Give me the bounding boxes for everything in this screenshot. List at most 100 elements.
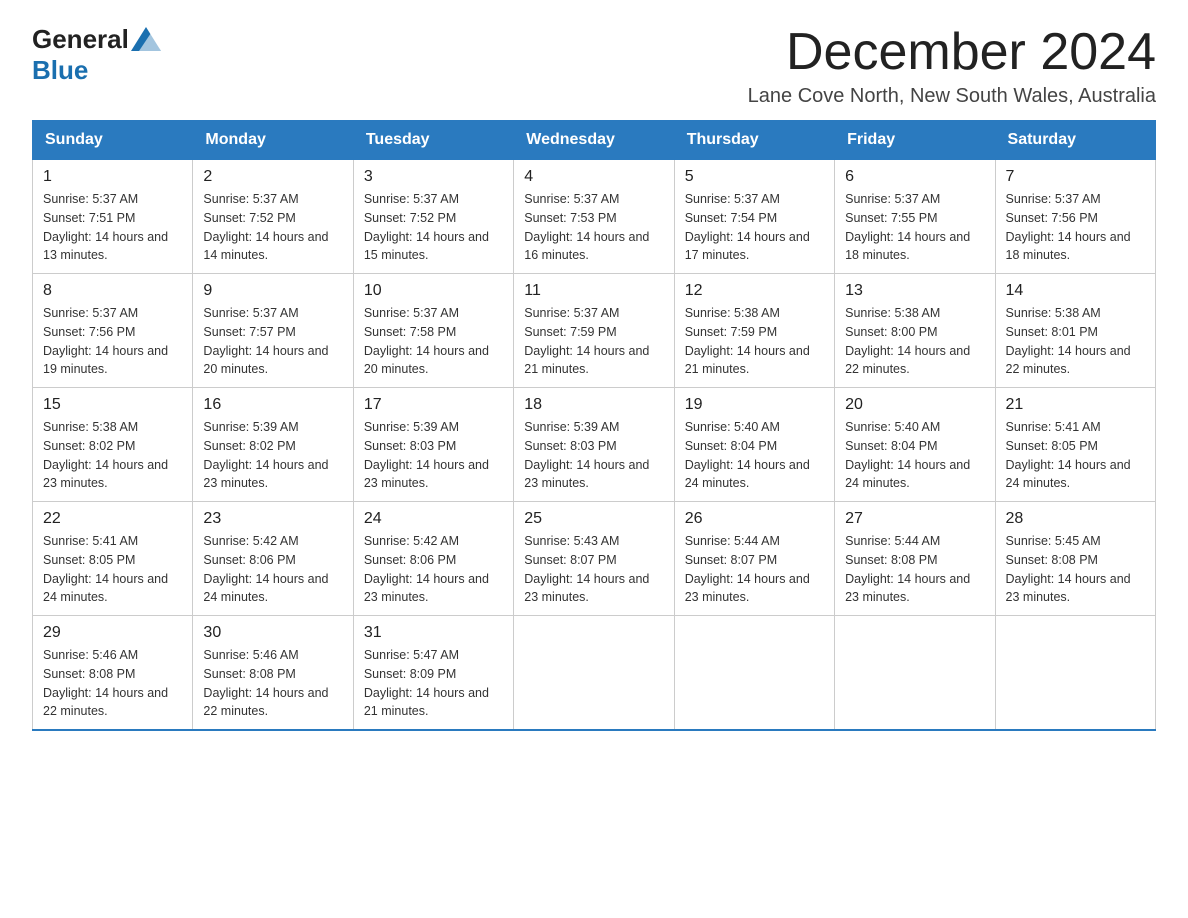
day-number: 10	[364, 282, 503, 300]
week-row-5: 29 Sunrise: 5:46 AMSunset: 8:08 PMDaylig…	[33, 616, 1156, 731]
calendar-cell: 1 Sunrise: 5:37 AMSunset: 7:51 PMDayligh…	[33, 160, 193, 274]
day-info: Sunrise: 5:47 AMSunset: 8:09 PMDaylight:…	[364, 646, 503, 721]
calendar-cell: 16 Sunrise: 5:39 AMSunset: 8:02 PMDaylig…	[193, 388, 353, 502]
day-number: 24	[364, 510, 503, 528]
col-sunday: Sunday	[33, 121, 193, 160]
calendar-cell	[674, 616, 834, 731]
day-number: 14	[1006, 282, 1145, 300]
day-info: Sunrise: 5:39 AMSunset: 8:02 PMDaylight:…	[203, 418, 342, 493]
day-info: Sunrise: 5:41 AMSunset: 8:05 PMDaylight:…	[43, 532, 182, 607]
day-info: Sunrise: 5:39 AMSunset: 8:03 PMDaylight:…	[524, 418, 663, 493]
calendar-cell: 19 Sunrise: 5:40 AMSunset: 8:04 PMDaylig…	[674, 388, 834, 502]
day-number: 16	[203, 396, 342, 414]
calendar-cell: 26 Sunrise: 5:44 AMSunset: 8:07 PMDaylig…	[674, 502, 834, 616]
col-saturday: Saturday	[995, 121, 1155, 160]
calendar-cell: 30 Sunrise: 5:46 AMSunset: 8:08 PMDaylig…	[193, 616, 353, 731]
day-info: Sunrise: 5:38 AMSunset: 8:02 PMDaylight:…	[43, 418, 182, 493]
day-info: Sunrise: 5:37 AMSunset: 7:56 PMDaylight:…	[1006, 190, 1145, 265]
calendar-cell: 23 Sunrise: 5:42 AMSunset: 8:06 PMDaylig…	[193, 502, 353, 616]
calendar-cell: 11 Sunrise: 5:37 AMSunset: 7:59 PMDaylig…	[514, 274, 674, 388]
day-number: 13	[845, 282, 984, 300]
day-info: Sunrise: 5:44 AMSunset: 8:08 PMDaylight:…	[845, 532, 984, 607]
page-header: General Blue December 2024 Lane Cove Nor…	[32, 24, 1156, 108]
day-number: 9	[203, 282, 342, 300]
day-info: Sunrise: 5:37 AMSunset: 7:57 PMDaylight:…	[203, 304, 342, 379]
day-number: 21	[1006, 396, 1145, 414]
day-info: Sunrise: 5:43 AMSunset: 8:07 PMDaylight:…	[524, 532, 663, 607]
day-number: 18	[524, 396, 663, 414]
calendar-cell: 17 Sunrise: 5:39 AMSunset: 8:03 PMDaylig…	[353, 388, 513, 502]
calendar-table: Sunday Monday Tuesday Wednesday Thursday…	[32, 120, 1156, 731]
calendar-cell: 27 Sunrise: 5:44 AMSunset: 8:08 PMDaylig…	[835, 502, 995, 616]
calendar-cell: 25 Sunrise: 5:43 AMSunset: 8:07 PMDaylig…	[514, 502, 674, 616]
calendar-cell: 4 Sunrise: 5:37 AMSunset: 7:53 PMDayligh…	[514, 160, 674, 274]
day-info: Sunrise: 5:37 AMSunset: 7:58 PMDaylight:…	[364, 304, 503, 379]
col-tuesday: Tuesday	[353, 121, 513, 160]
day-number: 4	[524, 168, 663, 186]
calendar-cell: 14 Sunrise: 5:38 AMSunset: 8:01 PMDaylig…	[995, 274, 1155, 388]
day-info: Sunrise: 5:37 AMSunset: 7:52 PMDaylight:…	[203, 190, 342, 265]
week-row-1: 1 Sunrise: 5:37 AMSunset: 7:51 PMDayligh…	[33, 160, 1156, 274]
calendar-cell: 22 Sunrise: 5:41 AMSunset: 8:05 PMDaylig…	[33, 502, 193, 616]
calendar-cell: 9 Sunrise: 5:37 AMSunset: 7:57 PMDayligh…	[193, 274, 353, 388]
day-number: 6	[845, 168, 984, 186]
day-number: 20	[845, 396, 984, 414]
day-info: Sunrise: 5:45 AMSunset: 8:08 PMDaylight:…	[1006, 532, 1145, 607]
day-info: Sunrise: 5:41 AMSunset: 8:05 PMDaylight:…	[1006, 418, 1145, 493]
title-area: December 2024 Lane Cove North, New South…	[748, 24, 1156, 108]
col-friday: Friday	[835, 121, 995, 160]
day-info: Sunrise: 5:38 AMSunset: 8:00 PMDaylight:…	[845, 304, 984, 379]
day-number: 2	[203, 168, 342, 186]
day-number: 1	[43, 168, 182, 186]
calendar-cell: 3 Sunrise: 5:37 AMSunset: 7:52 PMDayligh…	[353, 160, 513, 274]
day-info: Sunrise: 5:42 AMSunset: 8:06 PMDaylight:…	[364, 532, 503, 607]
logo-triangle-icon	[131, 27, 161, 51]
day-info: Sunrise: 5:37 AMSunset: 7:55 PMDaylight:…	[845, 190, 984, 265]
day-info: Sunrise: 5:38 AMSunset: 8:01 PMDaylight:…	[1006, 304, 1145, 379]
day-number: 11	[524, 282, 663, 300]
day-number: 17	[364, 396, 503, 414]
day-number: 15	[43, 396, 182, 414]
calendar-cell: 5 Sunrise: 5:37 AMSunset: 7:54 PMDayligh…	[674, 160, 834, 274]
day-number: 22	[43, 510, 182, 528]
calendar-cell	[835, 616, 995, 731]
day-number: 12	[685, 282, 824, 300]
day-number: 25	[524, 510, 663, 528]
day-number: 8	[43, 282, 182, 300]
day-number: 29	[43, 624, 182, 642]
day-info: Sunrise: 5:37 AMSunset: 7:56 PMDaylight:…	[43, 304, 182, 379]
day-number: 27	[845, 510, 984, 528]
calendar-cell: 29 Sunrise: 5:46 AMSunset: 8:08 PMDaylig…	[33, 616, 193, 731]
day-info: Sunrise: 5:37 AMSunset: 7:59 PMDaylight:…	[524, 304, 663, 379]
calendar-cell	[995, 616, 1155, 731]
day-info: Sunrise: 5:46 AMSunset: 8:08 PMDaylight:…	[203, 646, 342, 721]
day-info: Sunrise: 5:37 AMSunset: 7:52 PMDaylight:…	[364, 190, 503, 265]
day-number: 30	[203, 624, 342, 642]
day-number: 28	[1006, 510, 1145, 528]
day-number: 19	[685, 396, 824, 414]
day-info: Sunrise: 5:42 AMSunset: 8:06 PMDaylight:…	[203, 532, 342, 607]
day-number: 5	[685, 168, 824, 186]
day-info: Sunrise: 5:40 AMSunset: 8:04 PMDaylight:…	[685, 418, 824, 493]
day-info: Sunrise: 5:46 AMSunset: 8:08 PMDaylight:…	[43, 646, 182, 721]
calendar-cell: 12 Sunrise: 5:38 AMSunset: 7:59 PMDaylig…	[674, 274, 834, 388]
logo-general: General	[32, 24, 129, 55]
logo-blue: Blue	[32, 55, 88, 85]
logo: General Blue	[32, 24, 161, 86]
day-number: 3	[364, 168, 503, 186]
col-thursday: Thursday	[674, 121, 834, 160]
col-monday: Monday	[193, 121, 353, 160]
week-row-3: 15 Sunrise: 5:38 AMSunset: 8:02 PMDaylig…	[33, 388, 1156, 502]
calendar-cell: 7 Sunrise: 5:37 AMSunset: 7:56 PMDayligh…	[995, 160, 1155, 274]
col-wednesday: Wednesday	[514, 121, 674, 160]
calendar-cell: 18 Sunrise: 5:39 AMSunset: 8:03 PMDaylig…	[514, 388, 674, 502]
calendar-cell: 15 Sunrise: 5:38 AMSunset: 8:02 PMDaylig…	[33, 388, 193, 502]
day-info: Sunrise: 5:37 AMSunset: 7:51 PMDaylight:…	[43, 190, 182, 265]
calendar-cell: 20 Sunrise: 5:40 AMSunset: 8:04 PMDaylig…	[835, 388, 995, 502]
calendar-cell: 13 Sunrise: 5:38 AMSunset: 8:00 PMDaylig…	[835, 274, 995, 388]
day-number: 7	[1006, 168, 1145, 186]
month-title: December 2024	[748, 24, 1156, 81]
calendar-cell: 31 Sunrise: 5:47 AMSunset: 8:09 PMDaylig…	[353, 616, 513, 731]
header-row: Sunday Monday Tuesday Wednesday Thursday…	[33, 121, 1156, 160]
day-number: 23	[203, 510, 342, 528]
